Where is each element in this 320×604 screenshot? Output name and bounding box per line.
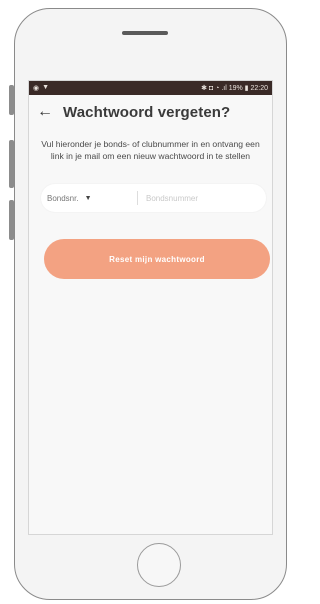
volume-up-button: [9, 85, 14, 115]
home-button: [137, 543, 181, 587]
status-right-text: ✱ ◘ ◔ .ıl 19% ▮ 22:20: [201, 85, 268, 92]
id-type-select[interactable]: Bondsnr. ▼: [41, 194, 137, 203]
app-screen: ◉ ▼ ✱ ◘ ◔ .ıl 19% ▮ 22:20 ← Wachtwoord v…: [28, 80, 273, 535]
bondsnummer-input[interactable]: [146, 193, 256, 203]
identifier-input-row: Bondsnr. ▼: [41, 184, 266, 212]
notification-icon: ◉: [33, 85, 40, 92]
instruction-text: Vul hieronder je bonds- of clubnummer in…: [41, 139, 260, 161]
volume-down-button: [9, 140, 14, 188]
dropdown-arrow-icon: ▼: [84, 194, 92, 202]
phone-speaker: [122, 31, 168, 35]
signal-icon: ▼: [42, 84, 50, 91]
page-title: Wachtwoord vergeten?: [63, 103, 231, 121]
status-bar: ◉ ▼ ✱ ◘ ◔ .ıl 19% ▮ 22:20: [29, 81, 272, 95]
side-button: [9, 200, 14, 240]
input-divider: [137, 191, 138, 205]
app-bar: ← Wachtwoord vergeten?: [29, 95, 272, 129]
back-arrow-icon[interactable]: ←: [37, 103, 63, 121]
reset-password-button[interactable]: Reset mijn wachtwoord: [44, 239, 270, 279]
id-type-value: Bondsnr.: [47, 193, 79, 203]
status-icons-left: ◉ ▼: [33, 84, 49, 92]
